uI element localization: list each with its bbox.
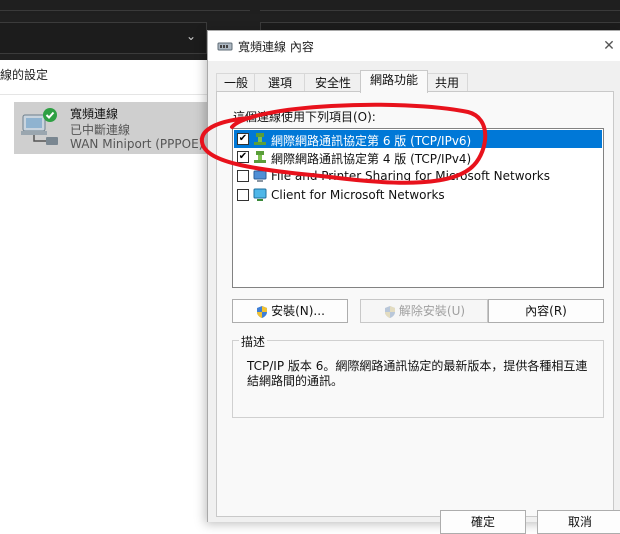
tab-general[interactable]: 一般 (216, 73, 256, 92)
address-field[interactable] (0, 22, 207, 54)
service-icon (253, 170, 267, 182)
file-sharing-checkbox[interactable] (237, 170, 249, 182)
connection-device: WAN Miniport (PPPOE) (70, 137, 204, 151)
install-button-label: 安裝(N)... (271, 304, 325, 318)
networking-tab-panel: 這個連線使用下列項目(O): ✔ 網際網路通訊協定第 6 版 (TCP/IPv6… (216, 91, 614, 517)
ipv6-checkbox[interactable]: ✔ (237, 133, 249, 145)
list-item-label: Client for Microsoft Networks (271, 188, 445, 202)
description-title: 描述 (239, 333, 268, 350)
uninstall-button-label: 解除安裝(U) (398, 304, 466, 318)
protocol-icon (254, 151, 266, 163)
list-item-ipv4[interactable]: ✔ 網際網路通訊協定第 4 版 (TCP/IPv4) (234, 148, 602, 166)
background-title-strip (0, 0, 620, 14)
properties-dialog: 寬頻連線 內容 ✕ 一般 選項 安全性 網路功能 共用 這個連線使用下列項目(O… (207, 30, 620, 534)
list-item-label: 網際網路通訊協定第 6 版 (TCP/IPv6) (271, 134, 472, 148)
list-item-file-sharing[interactable]: File and Printer Sharing for Microsoft N… (234, 167, 602, 185)
items-list[interactable]: ✔ 網際網路通訊協定第 6 版 (TCP/IPv6) ✔ 網際網路通訊協定第 4… (232, 128, 604, 288)
list-item-ipv6[interactable]: ✔ 網際網路通訊協定第 6 版 (TCP/IPv6) (234, 130, 602, 148)
list-item-label: 網際網路通訊協定第 4 版 (TCP/IPv4) (271, 152, 472, 166)
background-tab-strip (0, 0, 250, 11)
chevron-down-icon[interactable]: ⌄ (186, 29, 196, 43)
properties-button[interactable]: 內容(R) (488, 299, 604, 323)
connection-item[interactable]: 寬頻連線 已中斷連線 WAN Miniport (PPPOE) (14, 102, 214, 154)
close-icon[interactable]: ✕ (599, 37, 619, 55)
connection-name: 寬頻連線 (70, 107, 119, 121)
network-adapter-icon (217, 42, 233, 51)
uac-shield-icon (257, 305, 268, 318)
items-list-label: 這個連線使用下列項目(O): (233, 110, 376, 124)
uac-shield-icon (384, 305, 395, 318)
ok-button[interactable]: 確定 (440, 510, 526, 534)
background-tab-strip-2 (260, 0, 620, 11)
ipv4-checkbox[interactable]: ✔ (237, 151, 249, 163)
divider (0, 94, 210, 95)
install-button[interactable]: 安裝(N)... (232, 299, 348, 323)
tab-sharing[interactable]: 共用 (426, 73, 468, 92)
client-icon (253, 188, 267, 201)
list-item-client[interactable]: Client for Microsoft Networks (234, 186, 602, 204)
protocol-icon (254, 133, 266, 145)
client-checkbox[interactable] (237, 189, 249, 201)
connection-status: 已中斷連線 (70, 123, 131, 137)
description-group: 描述 TCP/IP 版本 6。網際網路通訊協定的最新版本，提供各種相互連結網路間… (232, 333, 604, 418)
dialog-title: 寬頻連線 內容 (238, 40, 314, 54)
description-text: TCP/IP 版本 6。網際網路通訊協定的最新版本，提供各種相互連結網路間的通訊… (247, 359, 588, 388)
tab-networking[interactable]: 網路功能 (360, 70, 428, 93)
tab-security[interactable]: 安全性 (304, 73, 362, 92)
uninstall-button[interactable]: 解除安裝(U) (360, 299, 488, 323)
network-connection-icon (21, 108, 58, 145)
list-item-label: File and Printer Sharing for Microsoft N… (271, 169, 550, 183)
command-bar-text[interactable]: 線的設定 (0, 66, 48, 83)
tab-options[interactable]: 選項 (254, 73, 306, 92)
cancel-button[interactable]: 取消 (537, 510, 620, 534)
dialog-titlebar[interactable]: 寬頻連線 內容 ✕ (208, 31, 620, 61)
